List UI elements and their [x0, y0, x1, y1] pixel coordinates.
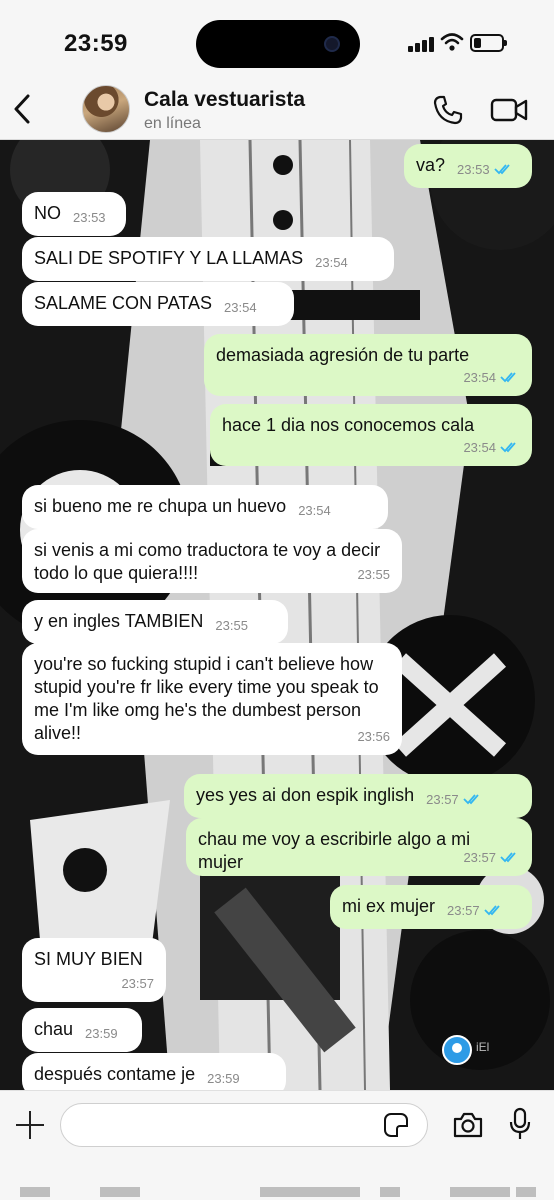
wifi-icon [440, 33, 464, 51]
microphone-icon[interactable] [508, 1107, 532, 1141]
read-receipt-icon [480, 903, 504, 918]
message-bubble-outgoing[interactable]: yes yes ai don espik inglish 23:57 [184, 774, 532, 818]
read-receipt-icon [459, 792, 483, 807]
message-text: you're so fucking stupid i can't believe… [34, 654, 384, 743]
contact-avatar[interactable] [82, 85, 130, 133]
message-bubble-incoming[interactable]: you're so fucking stupid i can't believe… [22, 643, 402, 755]
message-bubble-outgoing[interactable]: mi ex mujer 23:57 [330, 885, 532, 929]
message-time: 23:55 [357, 567, 390, 582]
message-meta: 23:57 [463, 846, 520, 869]
contact-name[interactable]: Cala vestuarista [144, 88, 305, 112]
message-text: hace 1 dia nos conocemos cala [222, 415, 475, 435]
message-meta: 23:56 [357, 725, 390, 748]
back-chevron-icon[interactable] [10, 92, 34, 126]
message-meta: 23:57 [121, 972, 154, 995]
cellular-signal-icon [408, 36, 434, 52]
message-text: NO [34, 203, 61, 223]
message-time: 23:54 [224, 300, 257, 315]
message-bubble-incoming[interactable]: SALI DE SPOTIFY Y LA LLAMAS 23:54 [22, 237, 394, 281]
message-text: SALAME CON PATAS [34, 293, 213, 313]
dynamic-island [196, 20, 360, 68]
message-meta: 23:59 [85, 1026, 118, 1041]
message-time: 23:57 [426, 792, 459, 807]
scroll-to-bottom-button[interactable] [442, 1035, 472, 1065]
message-time: 23:59 [85, 1026, 118, 1041]
attach-plus-icon[interactable] [16, 1111, 44, 1139]
message-time: 23:53 [457, 162, 490, 177]
message-bubble-incoming[interactable]: después contame je 23:59 [22, 1053, 286, 1090]
message-meta: 23:57 [426, 792, 483, 807]
message-text: chau me voy a escribirle algo a mi mujer [198, 829, 476, 872]
message-text: SALI DE SPOTIFY Y LA LLAMAS [34, 248, 304, 268]
message-bubble-outgoing[interactable]: va? 23:53 [404, 144, 532, 188]
message-input[interactable] [60, 1103, 428, 1147]
camera-icon[interactable] [452, 1111, 484, 1139]
message-text: SI MUY BIEN [34, 949, 143, 969]
camera-dot-icon [324, 36, 340, 52]
message-meta: 23:54 [224, 300, 257, 315]
sticker-icon[interactable] [384, 1113, 408, 1137]
message-meta: 23:53 [73, 210, 106, 225]
message-meta: 23:57 [447, 903, 504, 918]
message-time: 23:53 [73, 210, 106, 225]
message-meta: 23:55 [215, 618, 248, 633]
message-meta: 23:55 [357, 563, 390, 586]
read-receipt-icon [490, 162, 514, 177]
message-meta: 23:53 [457, 162, 514, 177]
chat-area[interactable]: va? 23:53 NO 23:53 SALI DE SPOTIFY Y LA LLAM… [0, 140, 554, 1090]
message-bubble-incoming[interactable]: chau 23:59 [22, 1008, 142, 1052]
message-meta: 23:54 [463, 366, 520, 389]
message-time: 23:57 [447, 903, 480, 918]
message-text: demasiada agresión de tu parte [216, 345, 470, 365]
message-time: 23:54 [298, 503, 331, 518]
message-time: 23:55 [215, 618, 248, 633]
message-time: 23:57 [463, 850, 496, 865]
message-bubble-incoming[interactable]: y en ingles TAMBIEN 23:55 [22, 600, 288, 644]
message-bubble-outgoing[interactable]: chau me voy a escribirle algo a mi mujer… [186, 818, 532, 876]
chat-header: Cala vestuarista en línea [0, 80, 554, 140]
message-time: 23:57 [121, 976, 154, 991]
message-meta: 23:54 [463, 436, 520, 459]
phone-call-icon[interactable] [432, 94, 464, 126]
message-meta: 23:54 [298, 503, 331, 518]
message-text: después contame je [34, 1064, 196, 1084]
message-time: 23:54 [463, 440, 496, 455]
message-time: 23:59 [207, 1071, 240, 1086]
watermark-text: iEl [476, 1040, 490, 1054]
battery-level [474, 38, 481, 48]
message-meta: 23:54 [315, 255, 348, 270]
status-bar: 23:59 [0, 0, 554, 80]
message-text: y en ingles TAMBIEN [34, 611, 204, 631]
message-bubble-incoming[interactable]: SALAME CON PATAS 23:54 [22, 282, 294, 326]
message-text: si bueno me re chupa un huevo [34, 496, 287, 516]
message-text: chau [34, 1019, 74, 1039]
message-bubble-incoming[interactable]: si bueno me re chupa un huevo 23:54 [22, 485, 388, 529]
read-receipt-icon [496, 850, 520, 865]
composer-bar [0, 1090, 554, 1200]
battery-icon [470, 34, 507, 52]
contact-status: en línea [144, 115, 201, 132]
message-bubble-outgoing[interactable]: demasiada agresión de tu parte 23:54 [204, 334, 532, 396]
read-receipt-icon [496, 440, 520, 455]
status-time: 23:59 [64, 30, 128, 57]
message-time: 23:54 [463, 370, 496, 385]
message-text: va? [416, 155, 446, 175]
message-time: 23:56 [357, 729, 390, 744]
keyboard-edge [0, 1177, 554, 1200]
message-text: mi ex mujer [342, 896, 436, 916]
message-text: si venis a mi como traductora te voy a d… [34, 540, 386, 583]
message-meta: 23:59 [207, 1071, 240, 1086]
message-bubble-outgoing[interactable]: hace 1 dia nos conocemos cala 23:54 [210, 404, 532, 466]
message-bubble-incoming[interactable]: NO 23:53 [22, 192, 126, 236]
message-bubble-incoming[interactable]: si venis a mi como traductora te voy a d… [22, 529, 402, 593]
message-text: yes yes ai don espik inglish [196, 785, 415, 805]
read-receipt-icon [496, 370, 520, 385]
message-bubble-incoming[interactable]: SI MUY BIEN 23:57 [22, 938, 166, 1002]
video-call-icon[interactable] [490, 96, 528, 124]
message-time: 23:54 [315, 255, 348, 270]
